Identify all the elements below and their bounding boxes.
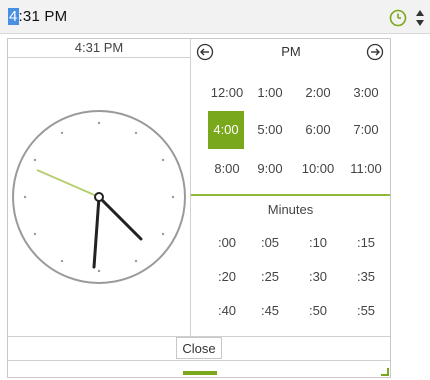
time-input-rest: :31 PM (18, 8, 68, 25)
spin-arrows-icon[interactable] (414, 8, 426, 28)
hour-cell[interactable]: 1:00 (246, 75, 294, 111)
time-picker-popup: 4:31 PM PM 12:00 1:00 2:00 3:00 4:00 5:0… (7, 38, 391, 378)
analog-clock-panel: 4:31 PM (8, 39, 191, 336)
arrow-right-circle-icon[interactable] (366, 43, 384, 61)
hour-cell[interactable]: 8:00 (203, 151, 251, 187)
clock-tick (33, 158, 37, 162)
clock-tick (134, 259, 138, 263)
time-input[interactable]: 4:31 PM (0, 0, 430, 34)
clock-tick (161, 232, 165, 236)
clock-tick (60, 259, 64, 263)
time-selector-pane: PM 12:00 1:00 2:00 3:00 4:00 5:00 6:00 7… (191, 39, 390, 336)
minute-cell[interactable]: :05 (246, 225, 294, 261)
analog-clock-face (12, 110, 186, 284)
popup-footer (8, 360, 390, 377)
minute-cell[interactable]: :00 (203, 225, 251, 261)
hour-cell[interactable]: 2:00 (294, 75, 342, 111)
clock-tick (161, 158, 165, 162)
hour-cell-selected[interactable]: 4:00 (208, 111, 244, 149)
hour-cell[interactable]: 3:00 (342, 75, 390, 111)
resize-grip-bar[interactable] (183, 371, 217, 375)
analog-time-label: 4:31 PM (8, 39, 190, 58)
time-input-text[interactable]: 4:31 PM (8, 8, 67, 25)
minute-cell[interactable]: :45 (246, 293, 294, 329)
clock-tick (171, 195, 175, 199)
arrow-left-circle-icon[interactable] (196, 43, 214, 61)
minute-cell[interactable]: :10 (294, 225, 342, 261)
clock-tick (23, 195, 27, 199)
minutes-title: Minutes (267, 202, 314, 217)
minute-cell[interactable]: :50 (294, 293, 342, 329)
minute-cell[interactable]: :20 (203, 259, 251, 295)
clock-icon[interactable] (389, 9, 407, 27)
section-divider (191, 194, 390, 196)
minute-cell[interactable]: :55 (342, 293, 390, 329)
clock-tick (97, 121, 101, 125)
resize-corner-icon[interactable] (381, 368, 389, 376)
clock-tick (60, 131, 64, 135)
hour-cell[interactable]: 6:00 (294, 112, 342, 148)
hour-cell[interactable]: 12:00 (203, 75, 251, 111)
period-label: PM (281, 44, 301, 59)
minute-cell[interactable]: :30 (294, 259, 342, 295)
minute-cell[interactable]: :35 (342, 259, 390, 295)
clock-tick (33, 232, 37, 236)
minute-cell[interactable]: :15 (342, 225, 390, 261)
selected-hour-digit: 4 (8, 8, 19, 25)
hour-cell[interactable]: 11:00 (342, 151, 390, 187)
close-row: Close (8, 336, 390, 360)
hour-cell[interactable]: 7:00 (342, 112, 390, 148)
minute-cell[interactable]: :25 (246, 259, 294, 295)
close-button[interactable]: Close (176, 337, 222, 359)
hour-cell[interactable]: 5:00 (246, 112, 294, 148)
clock-tick (97, 269, 101, 273)
minute-cell[interactable]: :40 (203, 293, 251, 329)
clock-tick (134, 131, 138, 135)
hour-cell[interactable]: 10:00 (294, 151, 342, 187)
hour-cell[interactable]: 9:00 (246, 151, 294, 187)
